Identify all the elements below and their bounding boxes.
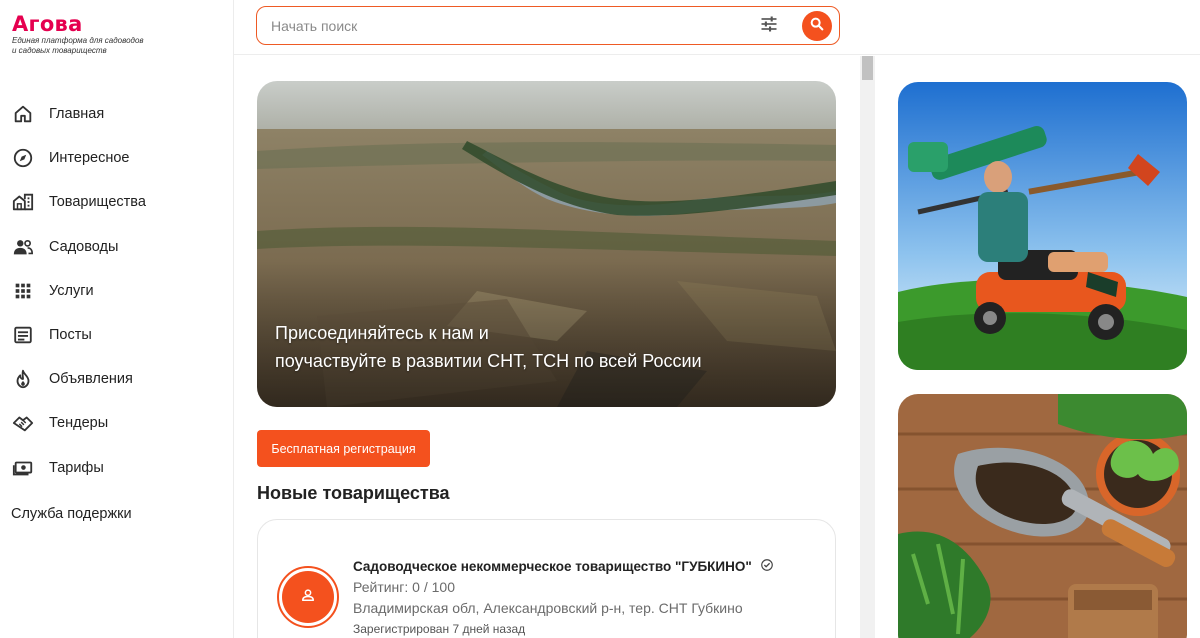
sidebar-item-label: Интересное	[49, 150, 130, 167]
tune-icon	[759, 14, 779, 39]
card-registered-date: Зарегистрирован 7 дней назад	[353, 622, 526, 636]
buildings-icon	[12, 191, 34, 213]
logo-tagline-line2: и садовых товариществ	[12, 46, 107, 55]
sidebar-item-tariffs[interactable]: Тарифы	[0, 446, 234, 490]
sidebar-item-posts[interactable]: Посты	[0, 313, 234, 357]
card-title-text: Садоводческое некоммерческое товариществ…	[353, 559, 752, 574]
sidebar-item-partnerships[interactable]: Товарищества	[0, 180, 234, 224]
card-title[interactable]: Садоводческое некоммерческое товариществ…	[353, 558, 774, 575]
search-button[interactable]	[802, 11, 832, 41]
search-bar	[256, 6, 840, 45]
top-header	[234, 0, 1200, 55]
support-link[interactable]: Служба подержки	[11, 506, 132, 522]
hero-text-line2: поучаствуйте в развитии СНТ, ТСН по всей…	[275, 351, 702, 371]
compass-icon	[12, 147, 34, 169]
ad-image-lawnmower	[898, 82, 1187, 370]
free-registration-button[interactable]: Бесплатная регистрация	[257, 430, 430, 467]
handshake-icon	[12, 412, 34, 434]
sidebar-item-label: Посты	[49, 327, 92, 344]
scrollbar[interactable]	[860, 56, 875, 638]
sidebar-item-label: Садоводы	[49, 238, 119, 255]
money-icon	[12, 457, 34, 479]
logo-title[interactable]: Агова	[12, 12, 172, 36]
sidebar-item-gardeners[interactable]: Садоводы	[0, 225, 234, 269]
sidebar-item-interesting[interactable]: Интересное	[0, 136, 234, 180]
people-icon	[12, 236, 34, 258]
hero-text-line1: Присоединяйтесь к нам и	[275, 323, 489, 343]
partnership-card[interactable]: Садоводческое некоммерческое товариществ…	[257, 519, 836, 638]
sidebar-item-label: Объявления	[49, 371, 133, 388]
sidebar-item-ads[interactable]: Объявления	[0, 357, 234, 401]
article-icon	[12, 324, 34, 346]
sidebar-item-label: Товарищества	[49, 194, 146, 211]
fire-icon	[12, 368, 34, 390]
card-rating: Рейтинг: 0 / 100	[353, 579, 455, 595]
search-input[interactable]	[271, 15, 731, 37]
sidebar-item-tenders[interactable]: Тендеры	[0, 401, 234, 445]
logo[interactable]: Агова Единая платформа для садоводов и с…	[12, 12, 172, 56]
ad-image-seedlings	[898, 394, 1187, 638]
ad-banner-lawnmower[interactable]	[898, 82, 1187, 370]
sidebar-item-label: Услуги	[49, 282, 94, 299]
verified-icon	[760, 558, 774, 575]
ad-banner-seedlings[interactable]	[898, 394, 1187, 638]
grid-icon	[12, 280, 34, 302]
hero-banner: Присоединяйтесь к нам и поучаствуйте в р…	[257, 81, 836, 407]
sidebar-item-services[interactable]: Услуги	[0, 269, 234, 313]
sidebar-item-label: Главная	[49, 106, 105, 123]
scrollbar-thumb[interactable]	[862, 56, 873, 80]
hero-text: Присоединяйтесь к нам и поучаствуйте в р…	[275, 319, 745, 375]
user-icon	[299, 586, 317, 609]
sidebar-item-home[interactable]: Главная	[0, 92, 234, 136]
section-title: Новые товарищества	[257, 483, 450, 503]
logo-tagline-line1: Единая платформа для садоводов	[12, 36, 144, 45]
sidebar-nav: Главная Интересное Товарищества Садоводы…	[0, 92, 234, 490]
card-location: Владимирская обл, Александровский р-н, т…	[353, 600, 743, 616]
avatar	[277, 566, 339, 628]
sidebar-item-label: Тарифы	[49, 459, 104, 476]
home-icon	[12, 103, 34, 125]
sidebar: Агова Единая платформа для садоводов и с…	[0, 0, 234, 638]
sidebar-item-label: Тендеры	[49, 415, 109, 432]
search-icon	[809, 16, 825, 37]
filter-button[interactable]	[757, 14, 781, 38]
